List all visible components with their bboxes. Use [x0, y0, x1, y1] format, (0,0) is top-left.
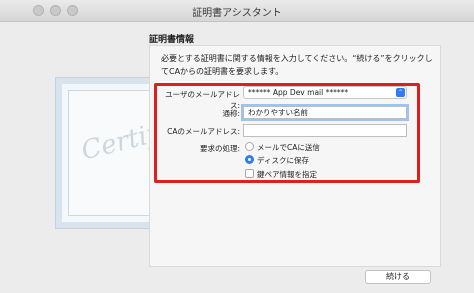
chevron-updown-icon: ⌃ [396, 88, 405, 97]
instructions-text: 必要とする証明書に関する情報を入力してください。“続ける”をクリックしてCAから… [161, 54, 433, 76]
ca-email-field[interactable] [243, 124, 407, 137]
title-bar: 証明書アシスタント [0, 0, 474, 22]
certificate-illustration: Certificate [44, 70, 221, 242]
continue-button[interactable]: 続ける [365, 270, 431, 284]
keypair-checkbox[interactable] [245, 169, 254, 178]
ca-email-label: CAのメールアドレス: [167, 127, 240, 136]
email-select-value: ****** App Dev mail ****** [248, 88, 349, 97]
send-to-ca-label: メールでCAに送信 [257, 143, 320, 152]
email-select[interactable]: ****** App Dev mail ****** ⌃ [243, 86, 407, 99]
common-name-field[interactable]: わかりやすい名前 [243, 106, 407, 119]
certificate-assistant-window: 証明書アシスタント Certificate 証明書情報 必要とする証明書に関する… [0, 0, 474, 293]
save-to-disk-label: ディスクに保存 [257, 156, 309, 165]
request-label: 要求の処理: [199, 144, 240, 153]
send-to-ca-radio[interactable] [245, 142, 254, 151]
window-title: 証明書アシスタント [192, 8, 282, 19]
section-heading: 証明書情報 [149, 35, 195, 45]
keypair-label: 鍵ペア情報を指定 [257, 170, 317, 179]
save-to-disk-radio[interactable] [245, 155, 254, 164]
common-name-label: 通称: [222, 109, 240, 118]
